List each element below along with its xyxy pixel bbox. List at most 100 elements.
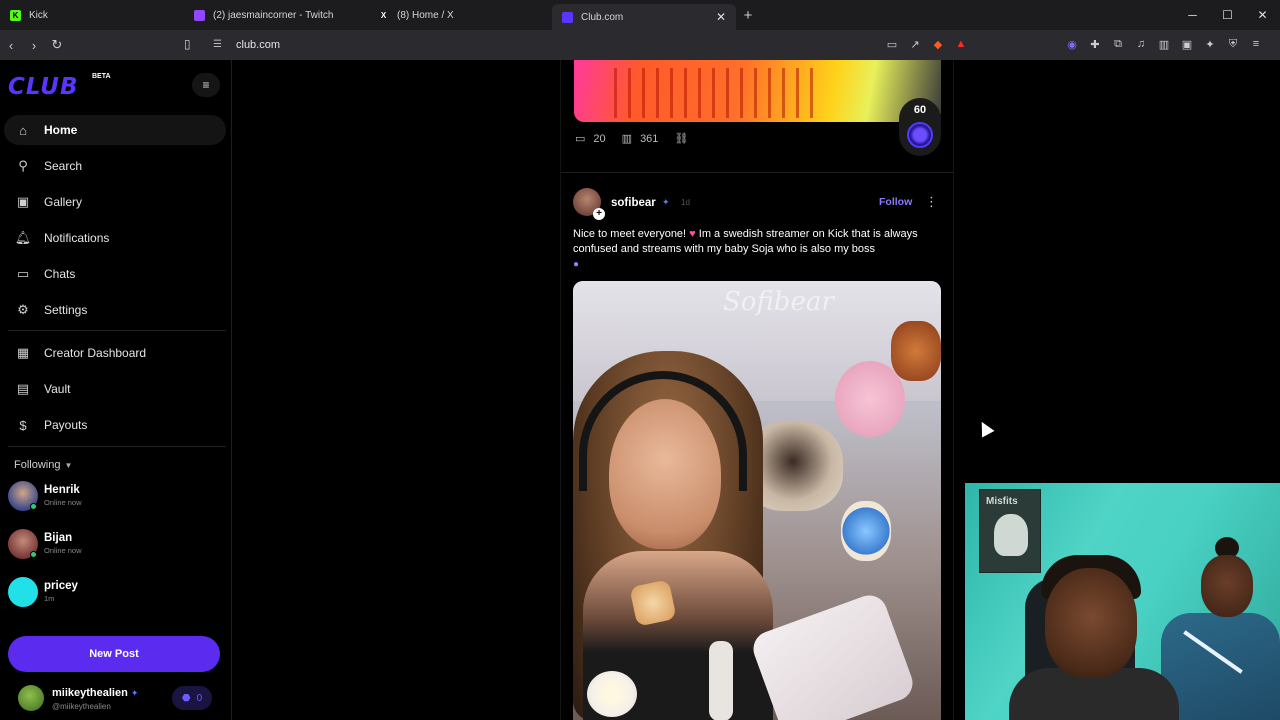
post-author[interactable]: sofibear	[611, 197, 656, 209]
x-favicon-icon: X	[380, 10, 387, 20]
sidebar-item-label: Creator Dashboard	[44, 346, 147, 360]
friend-status: Online now	[44, 546, 82, 555]
previous-post-image[interactable]	[574, 60, 941, 122]
views-count: 361	[640, 132, 659, 145]
phone	[748, 590, 918, 720]
comment-icon[interactable]: ▭	[575, 132, 585, 145]
verified-badge-icon: ✦	[130, 688, 139, 698]
poster-text: Misfits	[986, 496, 1018, 507]
current-user-name: miikeythealien ✦	[52, 687, 138, 699]
feed: ▭ 20 ▥ 361 ⛓ 60 + sofibear ✦ 1d Follow ⋮…	[560, 60, 954, 720]
club-logo[interactable]: CLUB	[8, 74, 78, 100]
sidebar-item-search[interactable]: ⚲ Search	[4, 151, 226, 181]
chevron-down-icon: ▼	[64, 461, 73, 470]
bear-emoji-icon: ●	[573, 259, 580, 270]
points-value: 0	[196, 692, 203, 704]
hamburger-icon: ≡	[202, 78, 210, 92]
close-window-icon[interactable]: ✕	[1245, 0, 1280, 30]
back-icon[interactable]: ‹	[0, 34, 22, 56]
search-icon: ⚲	[18, 158, 28, 173]
tab-twitch[interactable]: (2) jaesmaincorner - Twitch	[184, 0, 368, 30]
online-indicator	[30, 551, 37, 558]
tab-title: (2) jaesmaincorner - Twitch	[213, 9, 334, 21]
browser-toolbar: ‹ › ↻ ▯ ☰ club.com ▭ ↗ ◆ ▲ ◉ ✚ ⧉ ♫ ▥ ▣ ✦…	[0, 30, 1280, 60]
post-image[interactable]: Sofibear	[573, 281, 941, 720]
maximize-icon[interactable]: ☐	[1210, 0, 1245, 30]
puzzle-icon[interactable]: ✚	[1087, 36, 1103, 52]
leo-ai-icon[interactable]: ✦	[1202, 36, 1218, 52]
sidebar-toggle-icon[interactable]: ▥	[1156, 36, 1172, 52]
new-tab-button[interactable]: +	[736, 7, 760, 24]
site-settings-icon[interactable]: ☰	[213, 39, 222, 50]
tab-x[interactable]: X (8) Home / X	[368, 0, 552, 30]
browser-menu-icon[interactable]: ≡	[1248, 36, 1264, 52]
current-user[interactable]: miikeythealien ✦ @miikeythealien ⬣ 0	[10, 680, 222, 716]
sidebar-item-chats[interactable]: ▭ Chats	[4, 259, 226, 289]
browser-tab-bar: K Kick (2) jaesmaincorner - Twitch X (8)…	[0, 0, 1280, 30]
follow-button[interactable]: Follow	[879, 196, 912, 208]
sidebar-item-label: Settings	[44, 303, 88, 317]
microphone	[709, 641, 733, 720]
tab-kick[interactable]: K Kick	[0, 0, 184, 30]
close-tab-icon[interactable]: ✕	[716, 10, 726, 24]
mouse-cursor-icon	[975, 418, 995, 438]
reload-icon[interactable]: ↻	[46, 34, 68, 56]
following-item-bijan[interactable]: Bijan Online now	[8, 529, 208, 561]
menu-button[interactable]: ≡	[192, 73, 220, 97]
tab-title: Club.com	[581, 11, 624, 23]
skull-icon	[994, 514, 1028, 556]
tab-title: (8) Home / X	[397, 9, 454, 21]
divider	[8, 446, 226, 447]
sidebar-item-gallery[interactable]: ▣ Gallery	[4, 187, 226, 217]
twitch-favicon-icon	[194, 9, 205, 21]
new-post-button[interactable]: New Post	[8, 636, 220, 672]
following-item-pricey[interactable]: pricey 1m	[8, 577, 208, 609]
sidebar-item-notifications[interactable]: 🔔︎ Notifications	[4, 223, 226, 253]
url-bar[interactable]: club.com	[236, 39, 280, 51]
vault-icon: ▤	[16, 381, 30, 396]
sidebar-item-creator-dashboard[interactable]: ▦ Creator Dashboard	[4, 338, 226, 368]
sidebar-item-settings[interactable]: ⚙ Settings	[4, 295, 226, 325]
sidebar-item-payouts[interactable]: $ Payouts	[4, 410, 226, 440]
vpn-icon[interactable]: ⛨	[1225, 36, 1241, 52]
following-label: Following	[14, 459, 61, 471]
sidebar-item-home[interactable]: ⌂ Home	[4, 115, 226, 145]
wall-poster: Misfits	[979, 489, 1041, 573]
sidebar-item-label: Chats	[44, 267, 76, 281]
current-user-handle: @miikeythealien	[52, 702, 111, 711]
forward-icon[interactable]: ›	[23, 34, 45, 56]
more-options-icon[interactable]: ⋮	[925, 194, 938, 210]
sidebar-item-vault[interactable]: ▤ Vault	[4, 374, 226, 404]
wallet-icon[interactable]: ▣	[1179, 36, 1195, 52]
chat-icon: ▭	[16, 266, 30, 281]
post-time: 1d	[681, 198, 690, 207]
plush-toy	[835, 361, 905, 437]
gallery-icon: ▣	[16, 194, 30, 209]
divider	[8, 330, 226, 331]
watermark: Sofibear	[723, 287, 834, 317]
link-icon[interactable]: ⛓	[674, 132, 688, 145]
friend-name: Bijan	[44, 532, 73, 544]
tip-badge[interactable]: 60	[899, 98, 941, 156]
following-header[interactable]: Following ▼	[14, 459, 72, 471]
following-item-henrik[interactable]: Henrik Online now	[8, 481, 208, 513]
person-head	[1201, 555, 1253, 617]
extension-icon[interactable]: ◉	[1064, 36, 1080, 52]
brave-shield-icon[interactable]: ◆	[930, 36, 946, 52]
music-icon[interactable]: ♫	[1133, 36, 1149, 52]
brave-rewards-icon[interactable]: ▲	[953, 36, 969, 52]
post-text-part: Nice to meet everyone!	[573, 228, 690, 240]
share-icon[interactable]: ↗	[907, 36, 923, 52]
minimize-icon[interactable]: ─	[1175, 0, 1210, 30]
webcam-overlay: Misfits	[965, 483, 1280, 720]
tab-club[interactable]: Club.com ✕	[552, 4, 736, 30]
previous-post-stats: ▭ 20 ▥ 361 ⛓	[575, 132, 696, 146]
screenshot-icon[interactable]: ⧉	[1110, 36, 1126, 52]
bookmark-icon[interactable]: ▯	[184, 37, 191, 51]
verified-badge-icon: ✦	[662, 197, 670, 207]
sidebar-item-label: Payouts	[44, 418, 88, 432]
post-header: + sofibear ✦ 1d Follow ⋮	[573, 188, 943, 220]
points-pill[interactable]: ⬣ 0	[172, 686, 212, 710]
follow-plus-icon[interactable]: +	[593, 208, 605, 220]
cast-icon[interactable]: ▭	[884, 36, 900, 52]
